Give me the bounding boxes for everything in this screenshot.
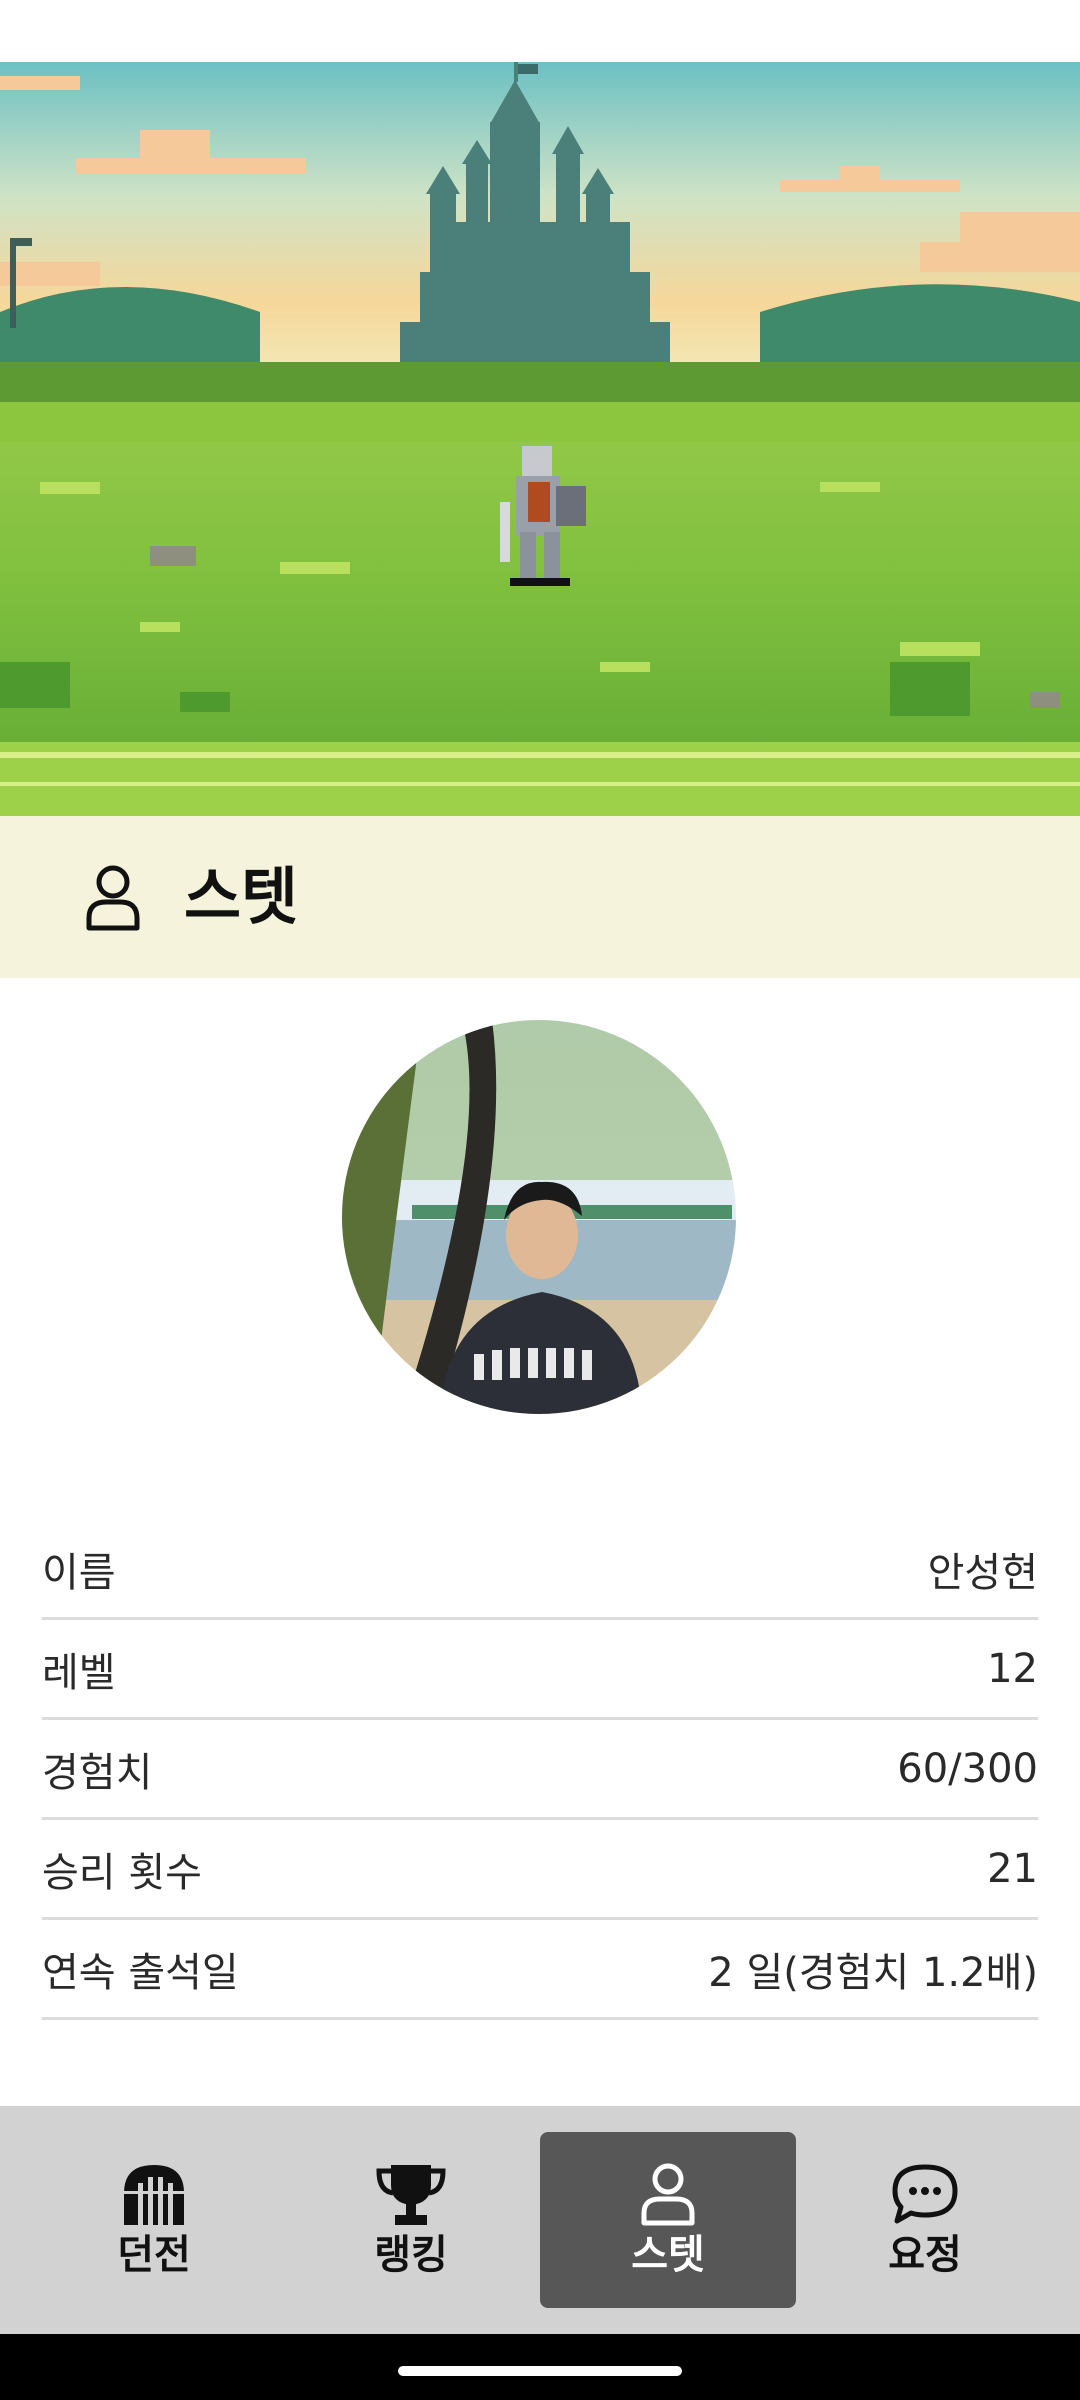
stat-label: 승리 횟수 bbox=[42, 1849, 202, 1896]
nav-label: 던전 bbox=[117, 2232, 191, 2278]
stat-value: 2 일(경험치 1.2배) bbox=[708, 1949, 1038, 1996]
page-title: 스텟 bbox=[184, 860, 299, 933]
nav-item-fairy[interactable]: 요정 bbox=[797, 2132, 1053, 2308]
stats-list: 이름 안성현 레벨 12 경험치 60/300 승리 횟수 21 연속 출석일 … bbox=[42, 1520, 1038, 2020]
stat-row-exp: 경험치 60/300 bbox=[42, 1720, 1038, 1820]
bottom-nav: 던전 랭킹 스텟 요정 bbox=[0, 2106, 1080, 2334]
stat-label: 연속 출석일 bbox=[42, 1949, 239, 1996]
nav-item-ranking[interactable]: 랭킹 bbox=[283, 2132, 539, 2308]
stat-label: 이름 bbox=[42, 1549, 116, 1596]
person-icon bbox=[632, 2161, 704, 2227]
nav-item-stats[interactable]: 스텟 bbox=[540, 2132, 796, 2308]
nav-label: 요정 bbox=[888, 2232, 962, 2278]
stat-row-level: 레벨 12 bbox=[42, 1620, 1038, 1720]
home-indicator[interactable] bbox=[398, 2366, 682, 2376]
stat-value: 12 bbox=[987, 1645, 1038, 1692]
nav-label: 랭킹 bbox=[374, 2232, 448, 2278]
dungeon-gate-icon bbox=[118, 2161, 190, 2227]
stat-value: 60/300 bbox=[897, 1745, 1038, 1792]
stat-row-streak: 연속 출석일 2 일(경험치 1.2배) bbox=[42, 1920, 1038, 2020]
section-header: 스텟 bbox=[0, 816, 1080, 978]
stat-label: 경험치 bbox=[42, 1749, 153, 1796]
nav-item-dungeon[interactable]: 던전 bbox=[26, 2132, 282, 2308]
status-bar bbox=[0, 0, 1080, 62]
stat-label: 레벨 bbox=[42, 1649, 116, 1696]
nav-label: 스텟 bbox=[631, 2232, 705, 2278]
person-icon bbox=[84, 862, 142, 932]
chat-bubble-icon bbox=[889, 2161, 961, 2227]
stat-value: 안성현 bbox=[927, 1549, 1038, 1596]
stat-row-name: 이름 안성현 bbox=[42, 1520, 1038, 1620]
avatar bbox=[342, 1020, 736, 1414]
stat-row-wins: 승리 횟수 21 bbox=[42, 1820, 1038, 1920]
trophy-icon bbox=[375, 2161, 447, 2227]
game-scene-banner bbox=[0, 62, 1080, 816]
stat-value: 21 bbox=[987, 1845, 1038, 1892]
